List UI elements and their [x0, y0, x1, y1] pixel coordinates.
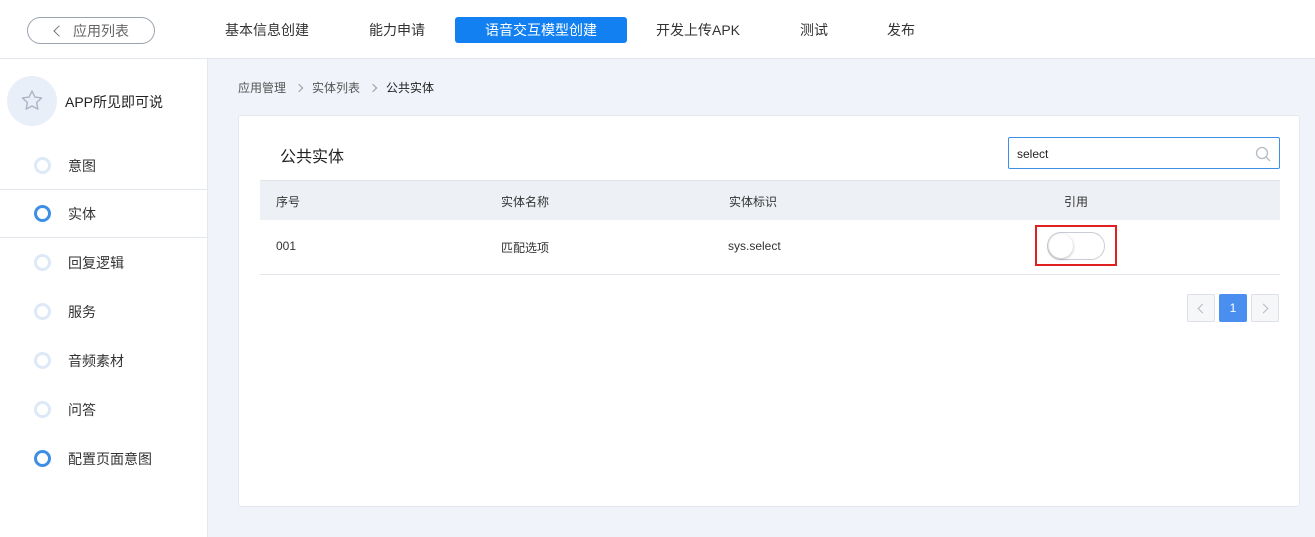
search-box[interactable]: [1008, 137, 1280, 169]
sidebar-item-page-intent[interactable]: 配置页面意图: [0, 434, 208, 483]
toggle-knob: [1049, 234, 1073, 258]
sidebar-item-label: 配置页面意图: [68, 450, 152, 467]
tab-basic-info[interactable]: 基本信息创建: [214, 17, 320, 43]
column-header-index: 序号: [276, 195, 301, 209]
breadcrumb-entity-list[interactable]: 实体列表: [312, 79, 360, 96]
cell-name: 匹配选项: [501, 241, 550, 255]
sidebar-item-label: 实体: [68, 205, 96, 222]
circle-icon: [34, 352, 51, 369]
tab-capability-apply[interactable]: 能力申请: [356, 17, 438, 43]
column-header-name: 实体名称: [501, 195, 550, 209]
search-icon[interactable]: [1255, 146, 1271, 162]
app-avatar: [7, 76, 57, 126]
circle-icon: [34, 205, 51, 222]
column-header-reference: 引用: [1064, 195, 1089, 209]
breadcrumb: 应用管理 实体列表 公共实体: [238, 79, 434, 96]
cell-index: 001: [276, 239, 297, 253]
back-button-label: 应用列表: [73, 22, 129, 39]
circle-icon: [34, 450, 51, 467]
sidebar-item-entity[interactable]: 实体: [0, 189, 208, 238]
chevron-left-icon: [1197, 303, 1208, 313]
chevron-right-icon: [294, 83, 304, 92]
tab-upload-apk[interactable]: 开发上传APK: [645, 17, 751, 43]
pagination-page-button[interactable]: 1: [1219, 294, 1247, 322]
table-row: 001 匹配选项 sys.select: [260, 220, 1280, 275]
app-name: APP所见即可说: [65, 94, 164, 110]
cell-identifier: sys.select: [728, 239, 781, 253]
sidebar-item-qa[interactable]: 问答: [0, 385, 208, 434]
sidebar-item-reply-logic[interactable]: 回复逻辑: [0, 238, 208, 287]
breadcrumb-app-management[interactable]: 应用管理: [238, 79, 286, 96]
breadcrumb-current: 公共实体: [386, 81, 435, 95]
sidebar-item-label: 音频素材: [68, 352, 124, 369]
sidebar-item-label: 服务: [68, 303, 96, 320]
sidebar-item-label: 意图: [68, 157, 96, 174]
chevron-left-icon: [53, 24, 65, 37]
circle-icon: [34, 254, 51, 271]
tab-voice-model[interactable]: 语音交互模型创建: [455, 17, 627, 43]
sidebar: APP所见即可说 意图 实体 回复逻辑 服务 音频素材 问答 配置页面意图: [0, 59, 208, 537]
chevron-right-icon: [368, 83, 378, 92]
back-to-app-list-button[interactable]: 应用列表: [27, 17, 155, 44]
pagination-next-button[interactable]: [1251, 294, 1279, 322]
column-header-identifier: 实体标识: [729, 195, 778, 209]
circle-icon: [34, 157, 51, 174]
search-input[interactable]: [1017, 146, 1237, 162]
sidebar-item-label: 问答: [68, 401, 96, 418]
entity-card: 公共实体 序号 实体名称 实体标识 引用 001 匹配选项 sys.select…: [238, 115, 1300, 507]
pagination-prev-button[interactable]: [1187, 294, 1215, 322]
table-header: 序号 实体名称 实体标识 引用: [260, 180, 1280, 220]
sidebar-item-audio-assets[interactable]: 音频素材: [0, 336, 208, 385]
reference-toggle[interactable]: [1047, 232, 1105, 260]
page-title: 公共实体: [280, 149, 345, 166]
top-nav-bar: 应用列表 基本信息创建 能力申请 语音交互模型创建 开发上传APK 测试 发布: [0, 0, 1315, 59]
circle-icon: [34, 401, 51, 418]
star-icon: [21, 90, 43, 110]
sidebar-item-service[interactable]: 服务: [0, 287, 208, 336]
chevron-right-icon: [1258, 303, 1269, 313]
sidebar-item-intent[interactable]: 意图: [0, 141, 208, 190]
tab-test[interactable]: 测试: [790, 17, 838, 43]
tab-publish[interactable]: 发布: [877, 17, 925, 43]
sidebar-item-label: 回复逻辑: [68, 254, 124, 271]
circle-icon: [34, 303, 51, 320]
